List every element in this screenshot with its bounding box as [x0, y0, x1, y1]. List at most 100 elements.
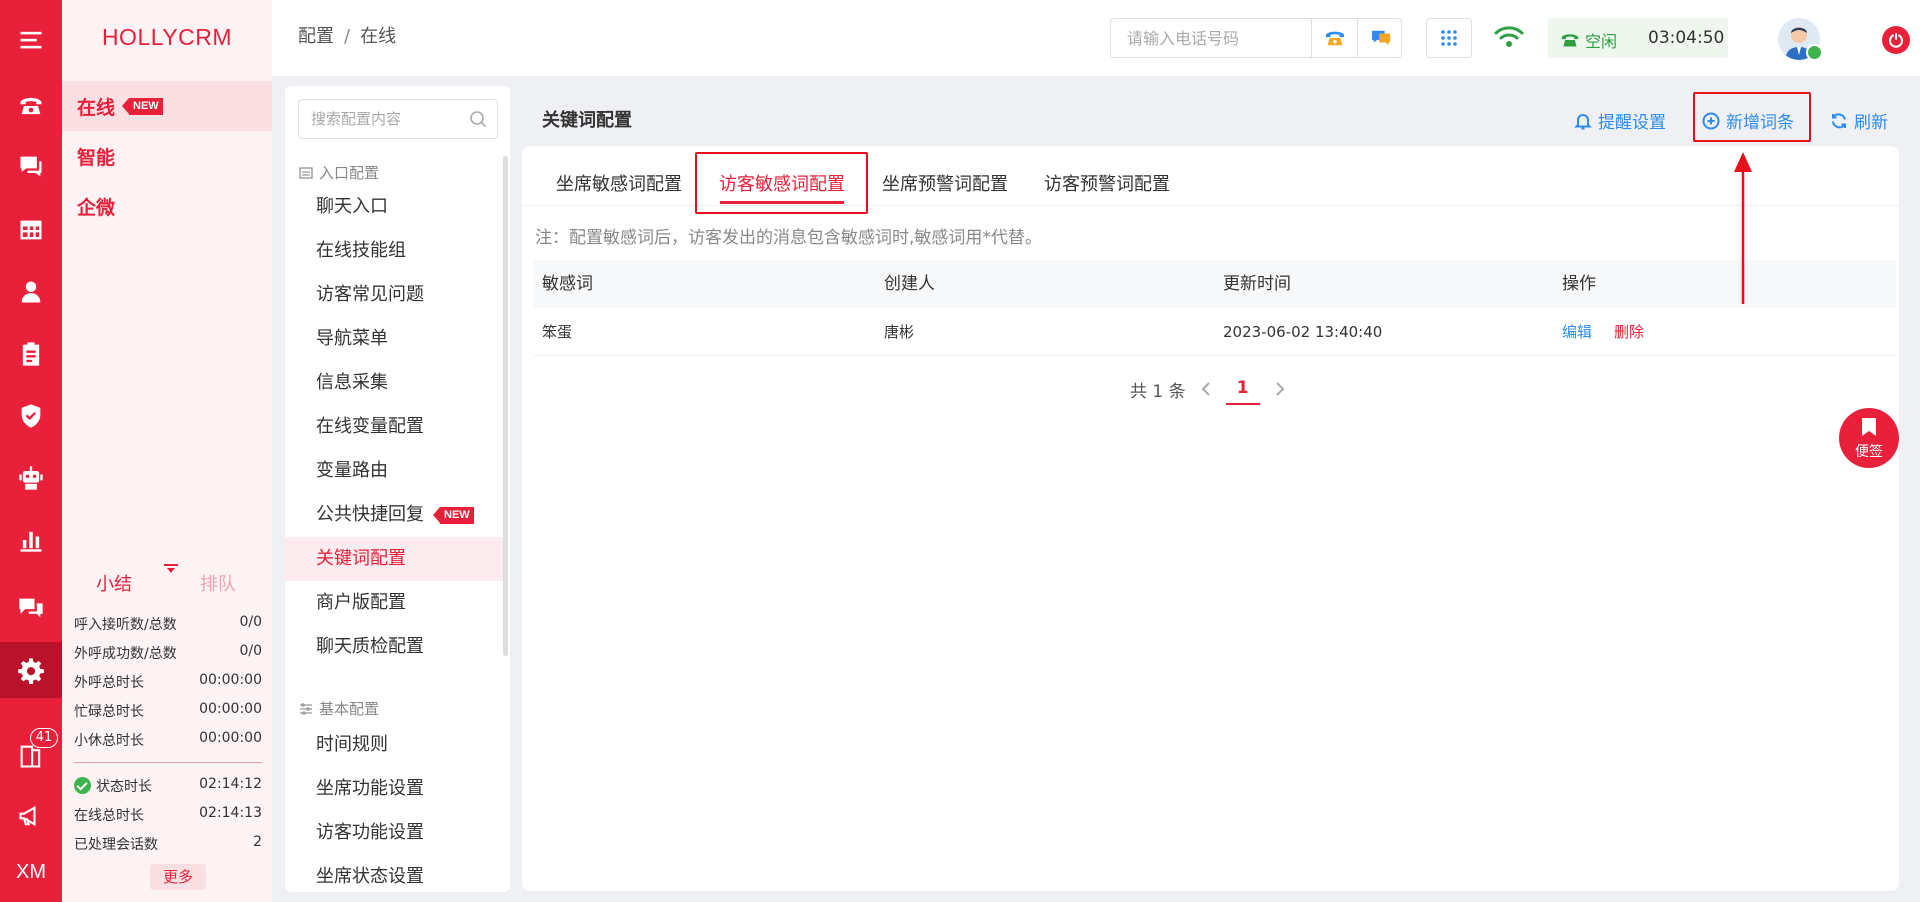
cell-word: 笨蛋	[542, 323, 573, 341]
clipboard-icon[interactable]	[0, 328, 62, 380]
menu-group-entry: 入口配置	[299, 162, 379, 183]
menu-item-quick-reply[interactable]: 公共快捷回复 NEW	[285, 493, 503, 537]
phone-input[interactable]	[1111, 19, 1311, 57]
menu-item-nav-menu[interactable]: 导航菜单	[285, 317, 503, 361]
delete-link[interactable]: 删除	[1614, 308, 1644, 356]
folder-icon	[299, 166, 313, 179]
menu-item-time-rules[interactable]: 时间规则	[285, 723, 503, 767]
menu-item-keyword-config[interactable]: 关键词配置	[285, 537, 503, 581]
new-badge: NEW	[433, 507, 474, 524]
agent-status[interactable]: 空闲 03:04:50	[1548, 18, 1728, 58]
content-header: 关键词配置 提醒设置 新增词条 刷新	[522, 86, 1920, 146]
collapse-caret-icon[interactable]	[164, 564, 178, 574]
shield-icon[interactable]	[0, 390, 62, 442]
menu-item-faq[interactable]: 访客常见问题	[285, 273, 503, 317]
sticky-note-button[interactable]: 便签	[1839, 408, 1899, 468]
pager-page[interactable]: 1	[1225, 373, 1260, 405]
settings-icon[interactable]	[0, 642, 62, 698]
brand-logo: HOLLYCRM	[101, 24, 233, 50]
col-header: 创建人	[884, 274, 935, 294]
page-title: 关键词配置	[542, 110, 632, 131]
stat-row: 在线总时长 02:14:13	[74, 805, 262, 824]
keyword-config-card: 坐席敏感词配置 访客敏感词配置 坐席预警词配置 访客预警词配置 注：配置敏感词后…	[522, 146, 1899, 891]
new-badge: NEW	[122, 97, 163, 115]
more-button[interactable]: 更多	[150, 864, 206, 890]
status-timer: 03:04:50	[1648, 28, 1725, 48]
tab-agent-sensitive[interactable]: 坐席敏感词配置	[556, 170, 682, 196]
icon-rail: 41 XM	[0, 0, 62, 902]
menu-item-info-collect[interactable]: 信息采集	[285, 361, 503, 405]
bar-chart-icon[interactable]	[0, 514, 62, 566]
bell-icon	[1574, 113, 1592, 129]
phone-dial-box	[1110, 18, 1402, 58]
menu-item-chat-entry[interactable]: 聊天入口	[285, 185, 503, 229]
stat-row: 已处理会话数 2	[74, 834, 262, 853]
add-entry-button[interactable]: 新增词条	[1702, 108, 1794, 133]
pager-total: 共 1 条	[1130, 381, 1186, 402]
stats-tab-queue[interactable]: 排队	[200, 570, 236, 596]
stat-row: 外呼总时长 00:00:00	[74, 672, 262, 691]
online-status-icon	[1806, 44, 1823, 61]
stats-tab-summary[interactable]: 小结	[96, 570, 132, 596]
top-bar: 配置/在线 空闲 03:04:50	[272, 0, 1920, 76]
stat-row: 忙碌总时长 00:00:00	[74, 701, 262, 720]
menu-item-visitor-settings[interactable]: 访客功能设置	[285, 811, 503, 855]
cell-creator: 唐彬	[884, 323, 915, 341]
menu-item-variable-route[interactable]: 变量路由	[285, 449, 503, 493]
col-header: 敏感词	[542, 274, 593, 294]
book-icon[interactable]: 41	[0, 728, 62, 782]
menu-group-basic: 基本配置	[299, 698, 379, 719]
stat-row: 外呼成功数/总数 0/0	[74, 643, 262, 662]
nav-item-wecom[interactable]: 企微	[62, 181, 272, 231]
menu-icon[interactable]	[0, 14, 62, 66]
hint-note: 注：配置敏感词后，访客发出的消息包含敏感词时,敏感词用*代替。	[535, 228, 1042, 248]
bookmark-icon	[1862, 418, 1876, 436]
status-label: 空闲	[1585, 32, 1618, 51]
cell-updated: 2023-06-02 13:40:40	[1223, 323, 1383, 341]
pagination: 共 1 条 1	[1130, 372, 1300, 406]
nav-item-online[interactable]: 在线 NEW	[62, 81, 272, 131]
comments-icon[interactable]	[0, 582, 62, 634]
search-icon[interactable]	[469, 110, 487, 128]
robot-icon[interactable]	[0, 452, 62, 504]
tab-visitor-sensitive[interactable]: 访客敏感词配置	[719, 170, 845, 196]
phone-icon	[1325, 31, 1344, 46]
tab-agent-warning[interactable]: 坐席预警词配置	[882, 170, 1008, 196]
user-icon[interactable]	[0, 266, 62, 318]
phone-icon[interactable]	[0, 80, 62, 132]
notification-badge: 41	[30, 728, 58, 748]
megaphone-icon[interactable]	[0, 790, 62, 842]
menu-item-quality-check[interactable]: 聊天质检配置	[285, 625, 503, 669]
phone-icon	[1561, 34, 1579, 47]
menu-scrollbar[interactable]	[503, 156, 508, 656]
tab-visitor-warning[interactable]: 访客预警词配置	[1044, 170, 1170, 196]
apps-grid-icon	[1441, 30, 1457, 46]
message-button[interactable]	[1357, 19, 1403, 57]
nav-item-smart[interactable]: 智能	[62, 131, 272, 181]
menu-item-merchant[interactable]: 商户版配置	[285, 581, 503, 625]
refresh-button[interactable]: 刷新	[1830, 108, 1888, 133]
breadcrumb: 配置 / 在线	[298, 26, 397, 47]
apps-grid-button[interactable]	[1426, 18, 1472, 58]
menu-item-agent-status[interactable]: 坐席状态设置	[285, 855, 503, 892]
sliders-icon	[300, 702, 312, 715]
chevron-right-icon[interactable]	[1274, 381, 1286, 397]
edit-link[interactable]: 编辑	[1562, 308, 1592, 356]
menu-item-variables[interactable]: 在线变量配置	[285, 405, 503, 449]
dial-button[interactable]	[1311, 19, 1357, 57]
menu-item-skill-group[interactable]: 在线技能组	[285, 229, 503, 273]
menu-search-input[interactable]	[299, 100, 459, 138]
table-header: 敏感词 创建人 更新时间 操作	[534, 260, 1896, 308]
stat-row: 状态时长 02:14:12	[74, 776, 262, 796]
menu-search-box	[298, 99, 498, 139]
chat-bubble-icon	[1371, 30, 1390, 46]
power-icon[interactable]	[1882, 26, 1910, 54]
breadcrumb-item[interactable]: 配置	[298, 26, 334, 47]
refresh-icon	[1832, 112, 1846, 128]
tabs: 坐席敏感词配置 访客敏感词配置 坐席预警词配置 访客预警词配置	[522, 146, 1899, 206]
chat-icon[interactable]	[0, 140, 62, 192]
menu-item-agent-settings[interactable]: 坐席功能设置	[285, 767, 503, 811]
chevron-left-icon[interactable]	[1200, 381, 1212, 397]
grid-table-icon[interactable]	[0, 204, 62, 256]
remind-settings-button[interactable]: 提醒设置	[1574, 108, 1666, 133]
